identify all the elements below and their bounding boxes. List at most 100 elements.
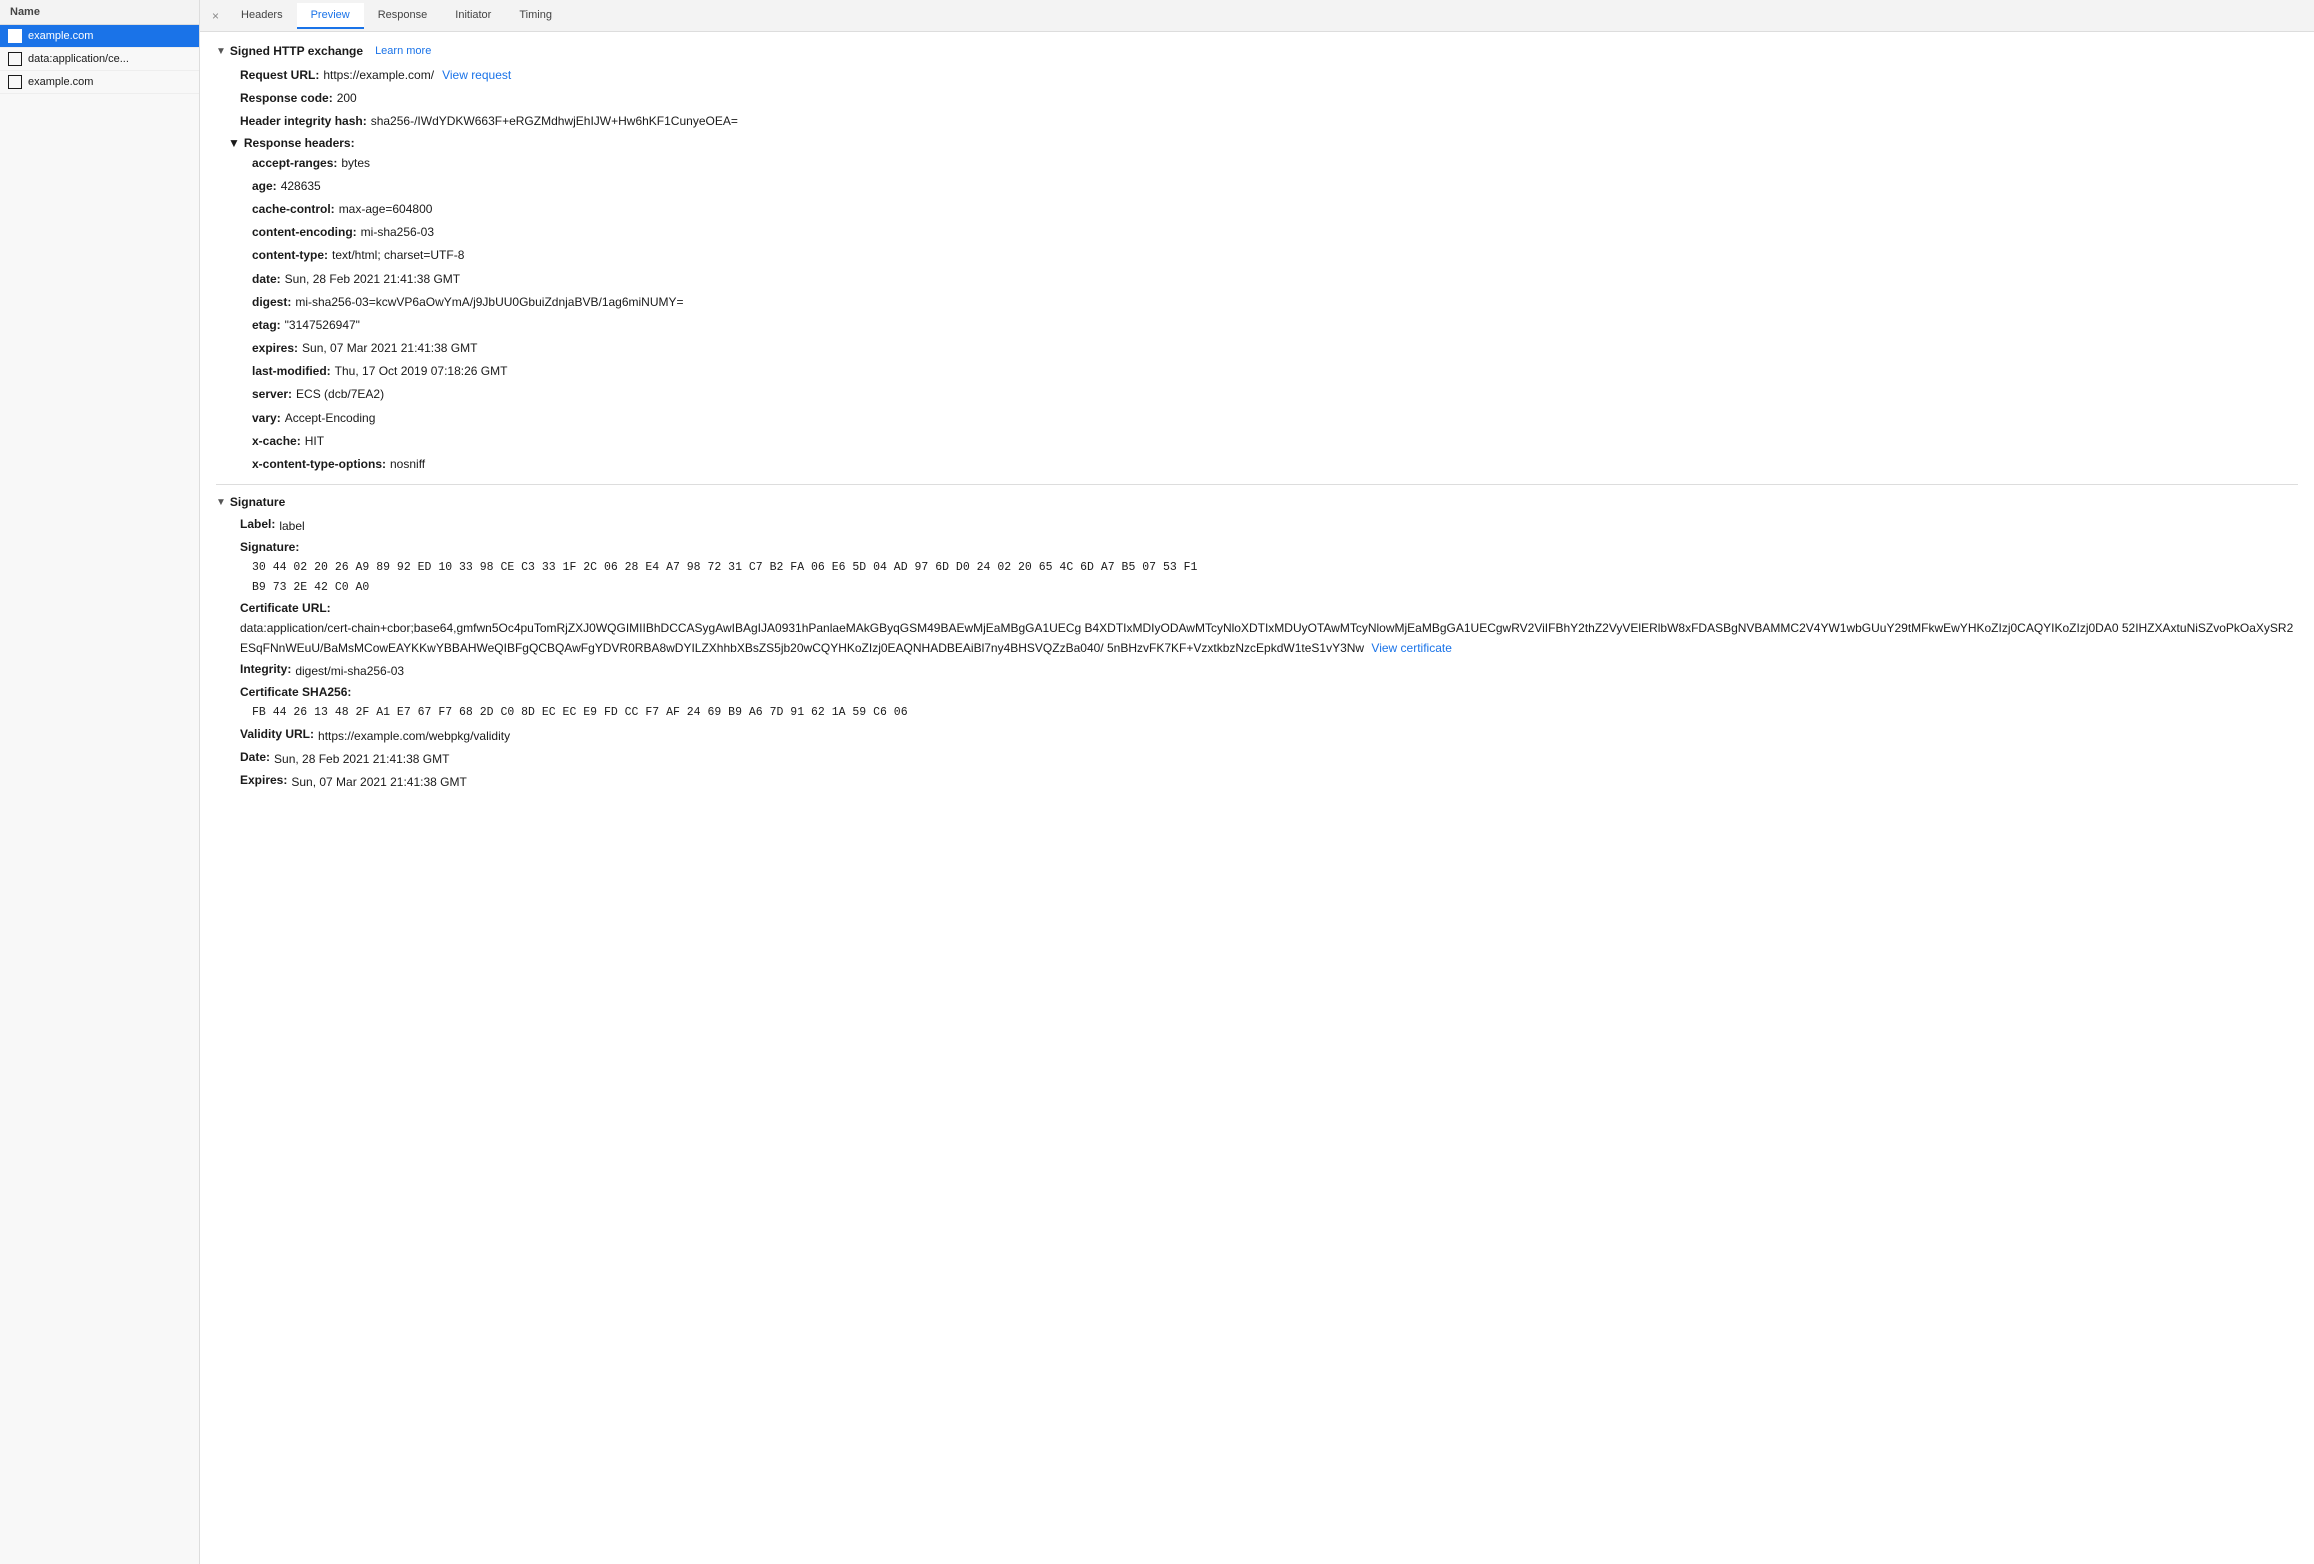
validity-url-row: Validity URL: https://example.com/webpkg… xyxy=(240,727,2298,746)
date-value: Sun, 28 Feb 2021 21:41:38 GMT xyxy=(274,750,449,769)
response-header-label-3: content-encoding: xyxy=(252,223,357,242)
integrity-key: Integrity: xyxy=(240,662,291,681)
sig-label-key: Label: xyxy=(240,517,275,536)
sidebar-item-label-0: example.com xyxy=(28,30,93,42)
triangle-icon: ▼ xyxy=(216,46,226,57)
response-header-value-8: Sun, 07 Mar 2021 21:41:38 GMT xyxy=(302,339,477,358)
expires-value: Sun, 07 Mar 2021 21:41:38 GMT xyxy=(291,773,466,792)
response-code-value: 200 xyxy=(337,89,357,108)
content-area: ▼ Signed HTTP exchange Learn more Reques… xyxy=(200,32,2314,1564)
main-panel: × Headers Preview Response Initiator Tim… xyxy=(200,0,2314,1564)
response-header-label-11: vary: xyxy=(252,409,281,428)
request-url-row: Request URL: https://example.com/ View r… xyxy=(240,66,2298,85)
response-headers-triangle: ▼ xyxy=(228,136,240,150)
cert-sha256-row: Certificate SHA256: xyxy=(240,685,2298,699)
learn-more-link[interactable]: Learn more xyxy=(375,45,431,57)
validity-url-value: https://example.com/webpkg/validity xyxy=(318,727,510,746)
response-header-row-6: digest:mi-sha256-03=kcwVP6aOwYmA/j9JbUU0… xyxy=(252,293,2298,312)
expires-key: Expires: xyxy=(240,773,287,792)
sidebar-item-1[interactable]: data:application/ce... xyxy=(0,48,199,71)
response-header-value-10: ECS (dcb/7EA2) xyxy=(296,385,384,404)
sig-signature-key: Signature: xyxy=(240,540,299,554)
request-url-value: https://example.com/ xyxy=(323,66,434,85)
response-headers-section: ▼ Response headers: accept-ranges:bytesa… xyxy=(228,136,2298,475)
response-header-row-9: last-modified:Thu, 17 Oct 2019 07:18:26 … xyxy=(252,362,2298,381)
response-header-label-6: digest: xyxy=(252,293,291,312)
tab-preview[interactable]: Preview xyxy=(297,3,364,29)
cert-sha256-key: Certificate SHA256: xyxy=(240,685,351,699)
cert-url-line2: B4XDTIxMDIyODAwMTcyNloXDTIxMDUyOTAwMTcyN… xyxy=(1085,621,2119,635)
file-icon-1 xyxy=(8,52,22,66)
cert-url-key: Certificate URL: xyxy=(240,601,331,615)
signed-http-exchange-section: ▼ Signed HTTP exchange Learn more Reques… xyxy=(216,44,2298,474)
sig-signature-line2: B9 73 2E 42 C0 A0 xyxy=(252,578,2298,598)
cert-url-line1: data:application/cert-chain+cbor;base64,… xyxy=(240,621,1081,635)
response-header-value-9: Thu, 17 Oct 2019 07:18:26 GMT xyxy=(335,362,508,381)
view-certificate-link[interactable]: View certificate xyxy=(1371,641,1451,655)
response-header-label-0: accept-ranges: xyxy=(252,154,337,173)
response-header-row-0: accept-ranges:bytes xyxy=(252,154,2298,173)
response-header-value-13: nosniff xyxy=(390,455,425,474)
response-header-value-12: HIT xyxy=(305,432,324,451)
cert-url-row: Certificate URL: xyxy=(240,601,2298,615)
sig-label-value: label xyxy=(279,517,304,536)
sidebar-item-2[interactable]: example.com xyxy=(0,71,199,94)
cert-sha256-value: FB 44 26 13 48 2F A1 E7 67 F7 68 2D C0 8… xyxy=(252,703,2298,723)
response-header-row-2: cache-control:max-age=604800 xyxy=(252,200,2298,219)
response-header-row-13: x-content-type-options:nosniff xyxy=(252,455,2298,474)
tab-headers[interactable]: Headers xyxy=(227,3,297,29)
response-code-label: Response code: xyxy=(240,89,333,108)
response-header-label-8: expires: xyxy=(252,339,298,358)
sig-signature-row: Signature: xyxy=(240,540,2298,554)
sidebar: Name example.com data:application/ce... … xyxy=(0,0,200,1564)
response-header-value-1: 428635 xyxy=(281,177,321,196)
response-header-label-7: etag: xyxy=(252,316,281,335)
response-header-label-10: server: xyxy=(252,385,292,404)
response-header-row-3: content-encoding:mi-sha256-03 xyxy=(252,223,2298,242)
header-integrity-label: Header integrity hash: xyxy=(240,112,367,131)
response-header-label-1: age: xyxy=(252,177,277,196)
response-header-row-12: x-cache:HIT xyxy=(252,432,2298,451)
response-header-label-13: x-content-type-options: xyxy=(252,455,386,474)
response-header-label-12: x-cache: xyxy=(252,432,301,451)
response-header-label-2: cache-control: xyxy=(252,200,335,219)
tab-close-button[interactable]: × xyxy=(204,5,227,27)
response-header-value-7: "3147526947" xyxy=(285,316,360,335)
response-headers-list: accept-ranges:bytes age:428635 cache-contr… xyxy=(228,154,2298,475)
header-integrity-value: sha256-/IWdYDKW663F+eRGZMdhwjEhIJW+Hw6hK… xyxy=(371,112,738,131)
response-header-row-5: date:Sun, 28 Feb 2021 21:41:38 GMT xyxy=(252,270,2298,289)
response-header-row-4: content-type:text/html; charset=UTF-8 xyxy=(252,246,2298,265)
sidebar-item-label-1: data:application/ce... xyxy=(28,53,129,65)
response-header-row-7: etag:"3147526947" xyxy=(252,316,2298,335)
tab-bar: × Headers Preview Response Initiator Tim… xyxy=(200,0,2314,32)
integrity-value: digest/mi-sha256-03 xyxy=(295,662,404,681)
sidebar-item-label-2: example.com xyxy=(28,76,93,88)
date-key: Date: xyxy=(240,750,270,769)
response-header-value-0: bytes xyxy=(341,154,370,173)
tab-response[interactable]: Response xyxy=(364,3,442,29)
response-header-row-1: age:428635 xyxy=(252,177,2298,196)
response-header-row-11: vary:Accept-Encoding xyxy=(252,409,2298,428)
tab-initiator[interactable]: Initiator xyxy=(441,3,505,29)
response-header-value-4: text/html; charset=UTF-8 xyxy=(332,246,464,265)
signature-title: ▼ Signature xyxy=(216,495,2298,509)
request-url-label: Request URL: xyxy=(240,66,319,85)
response-header-value-6: mi-sha256-03=kcwVP6aOwYmA/j9JbUU0GbuiZdn… xyxy=(295,293,683,312)
response-header-label-9: last-modified: xyxy=(252,362,331,381)
integrity-row: Integrity: digest/mi-sha256-03 xyxy=(240,662,2298,681)
file-icon-0 xyxy=(8,29,22,43)
cert-url-block: data:application/cert-chain+cbor;base64,… xyxy=(240,619,2298,657)
response-header-value-3: mi-sha256-03 xyxy=(361,223,434,242)
response-headers-title: ▼ Response headers: xyxy=(228,136,2298,150)
tab-timing[interactable]: Timing xyxy=(505,3,566,29)
file-icon-2 xyxy=(8,75,22,89)
sidebar-item-0[interactable]: example.com xyxy=(0,25,199,48)
signature-triangle: ▼ xyxy=(216,497,226,508)
view-request-link[interactable]: View request xyxy=(442,66,511,85)
expires-row: Expires: Sun, 07 Mar 2021 21:41:38 GMT xyxy=(240,773,2298,792)
response-header-value-2: max-age=604800 xyxy=(339,200,433,219)
signed-http-exchange-title: ▼ Signed HTTP exchange Learn more xyxy=(216,44,2298,58)
sig-signature-line1: 30 44 02 20 26 A9 89 92 ED 10 33 98 CE C… xyxy=(252,558,2298,578)
divider-1 xyxy=(216,484,2298,485)
sidebar-header: Name xyxy=(0,0,199,25)
